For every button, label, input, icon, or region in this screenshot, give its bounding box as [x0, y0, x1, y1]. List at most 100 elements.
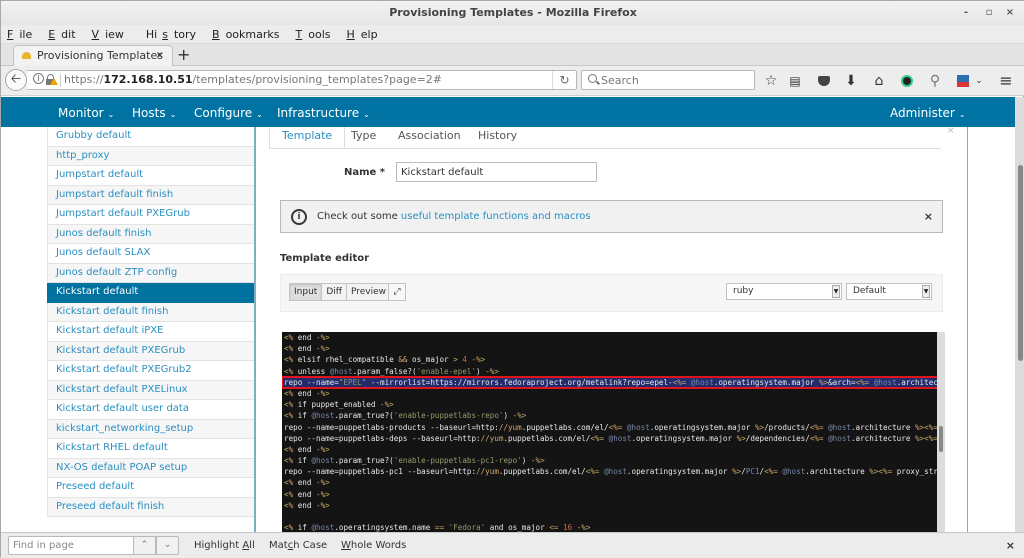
tab-template[interactable]: Template	[269, 127, 346, 149]
minimize-button[interactable]: -	[958, 1, 974, 25]
search-bar[interactable]	[581, 70, 755, 90]
highlight-all-toggle[interactable]: Highlight All	[194, 533, 255, 558]
addon-icon[interactable]: ⚲	[925, 71, 945, 91]
nav-hosts[interactable]: Hosts ⌄	[132, 97, 176, 131]
whole-words-toggle[interactable]: Whole Words	[341, 533, 406, 558]
menu-file[interactable]: File	[1, 25, 42, 44]
template-list-item[interactable]: http_proxy	[47, 146, 255, 166]
template-list-item[interactable]: Preseed default finish	[47, 497, 255, 517]
alert-close-icon[interactable]: ×	[924, 201, 933, 232]
code-line[interactable]: <% end -%>	[282, 500, 945, 511]
extension-icon[interactable]	[897, 71, 917, 91]
url-separator	[60, 74, 61, 87]
template-list-item[interactable]: Grubby default	[47, 127, 255, 147]
menu-tools[interactable]: Tools	[290, 25, 341, 44]
nav-monitor[interactable]: Monitor ⌄	[58, 97, 114, 131]
page-scrollbar[interactable]	[1015, 97, 1024, 533]
template-list-item[interactable]: Kickstart default PXELinux	[47, 380, 255, 400]
template-list-item[interactable]: kickstart_networking_setup	[47, 419, 255, 439]
template-list-item[interactable]: Jumpstart default PXEGrub	[47, 205, 255, 225]
name-input[interactable]	[396, 162, 597, 182]
template-list-item[interactable]: Kickstart default PXEGrub2	[47, 361, 255, 381]
template-list-item[interactable]: Kickstart default user data	[47, 400, 255, 420]
tab-type[interactable]: Type	[351, 127, 376, 149]
home-icon[interactable]: ⌂	[869, 71, 889, 91]
code-line[interactable]: <% if puppet_enabled -%>	[282, 399, 945, 410]
editor-scrollbar[interactable]	[937, 332, 945, 533]
star-icon[interactable]: ☆	[761, 71, 781, 91]
url-text[interactable]: https://172.168.10.51/templates/provisio…	[64, 71, 442, 89]
code-line[interactable]: <% end -%>	[282, 332, 945, 343]
code-line[interactable]: <% end -%>	[282, 388, 945, 399]
back-button[interactable]: 🡠	[5, 69, 27, 91]
tab-history[interactable]: History	[478, 127, 517, 149]
nav-administer[interactable]: Administer ⌄	[890, 97, 966, 131]
template-list-item[interactable]: Kickstart RHEL default	[47, 439, 255, 459]
menu-history[interactable]: Hi s tory	[134, 25, 206, 44]
code-line[interactable]: <% if @host.param_true?('enable-puppetla…	[282, 410, 945, 421]
template-list-item[interactable]: Kickstart default PXEGrub	[47, 341, 255, 361]
template-list-item[interactable]: Kickstart default finish	[47, 302, 255, 322]
nav-configure[interactable]: Configure ⌄	[194, 97, 263, 131]
template-list-item[interactable]: Jumpstart default finish	[47, 185, 255, 205]
hamburger-menu-icon[interactable]: ≡	[996, 71, 1016, 91]
fullscreen-expand-icon[interactable]: ⤢	[388, 283, 406, 301]
pocket-icon[interactable]	[814, 71, 834, 91]
reading-list-icon[interactable]: ▤	[785, 71, 805, 91]
find-input[interactable]	[8, 536, 134, 555]
code-line-selected[interactable]: repo --name="EPEL" --mirrorlist=https://…	[282, 375, 945, 389]
menu-view[interactable]: View	[86, 25, 134, 44]
browser-tab-active[interactable]: Provisioning Templates ×	[13, 45, 173, 66]
code-line[interactable]: <% end -%>	[282, 444, 945, 455]
template-functions-link[interactable]: useful template functions and macros	[401, 211, 591, 222]
menu-edit[interactable]: Edit	[42, 25, 85, 44]
nav-infrastructure[interactable]: Infrastructure ⌄	[277, 97, 370, 131]
site-info-icon[interactable]: i	[33, 73, 44, 84]
editor-scroll-thumb[interactable]	[939, 426, 943, 452]
input-mode-button[interactable]: Input	[289, 283, 323, 301]
diff-mode-button[interactable]: Diff	[322, 283, 347, 301]
tab-association[interactable]: Association	[398, 127, 461, 149]
code-line[interactable]: repo --name=puppetlabs-products --baseur…	[282, 422, 945, 433]
url-bar[interactable]: i https://172.168.10.51/templates/provis…	[27, 70, 577, 90]
template-list-item[interactable]: Kickstart default	[47, 283, 255, 303]
find-next-button[interactable]: ⌄	[156, 536, 179, 555]
close-tab-icon[interactable]: ×	[156, 46, 164, 66]
theme-select[interactable]: Default ▼	[846, 283, 932, 300]
template-list-item[interactable]: Jumpstart default	[47, 166, 255, 186]
template-list-item[interactable]: Preseed default	[47, 478, 255, 498]
page-scroll-thumb[interactable]	[1018, 165, 1023, 361]
code-line[interactable]: <% end -%>	[282, 477, 945, 488]
template-list-item[interactable]: NX-OS default POAP setup	[47, 458, 255, 478]
template-list-item[interactable]: Junos default SLAX	[47, 244, 255, 264]
code-line[interactable]: repo --name=puppetlabs-deps --baseurl=ht…	[282, 433, 945, 444]
insecure-lock-icon[interactable]	[46, 74, 58, 85]
preview-mode-button[interactable]: Preview	[346, 283, 391, 301]
template-list-item[interactable]: Kickstart default iPXE	[47, 322, 255, 342]
code-line[interactable]	[282, 511, 945, 522]
code-line[interactable]: <% end -%>	[282, 343, 945, 354]
menu-help[interactable]: Help	[340, 25, 387, 44]
chevron-down-icon[interactable]: ⌄	[969, 71, 989, 91]
code-line[interactable]: repo --name=puppetlabs-pc1 --baseurl=htt…	[282, 466, 945, 477]
code-line[interactable]: <% end -%>	[282, 489, 945, 500]
template-list-item[interactable]: Junos default ZTP config	[47, 263, 255, 283]
maximize-button[interactable]: ▫	[981, 1, 997, 25]
new-tab-button[interactable]: +	[177, 44, 190, 66]
reload-icon[interactable]: ↻	[552, 71, 576, 89]
find-previous-button[interactable]: ⌃	[133, 536, 156, 555]
search-input[interactable]	[601, 71, 751, 89]
menu-bookmarks[interactable]: Bookmarks	[206, 25, 289, 44]
code-line[interactable]: <% unless @host.param_false?('enable-epe…	[282, 366, 945, 377]
code-line[interactable]: <% elsif rhel_compatible && os_major > 4…	[282, 354, 945, 365]
download-icon[interactable]: ⬇	[841, 71, 861, 91]
search-icon	[588, 74, 597, 83]
language-select[interactable]: ruby ▼	[726, 283, 842, 300]
panel-close-icon[interactable]: ×	[947, 127, 955, 136]
code-line[interactable]: <% if @host.param_true?('enable-puppetla…	[282, 455, 945, 466]
code-editor[interactable]: <% end -%> <% end -%> <% elsif rhel_compat…	[282, 332, 945, 533]
close-findbar-icon[interactable]: ×	[1006, 533, 1015, 558]
match-case-toggle[interactable]: Match Case	[269, 533, 327, 558]
template-list-item[interactable]: Junos default finish	[47, 224, 255, 244]
close-window-button[interactable]: ×	[1002, 1, 1018, 25]
